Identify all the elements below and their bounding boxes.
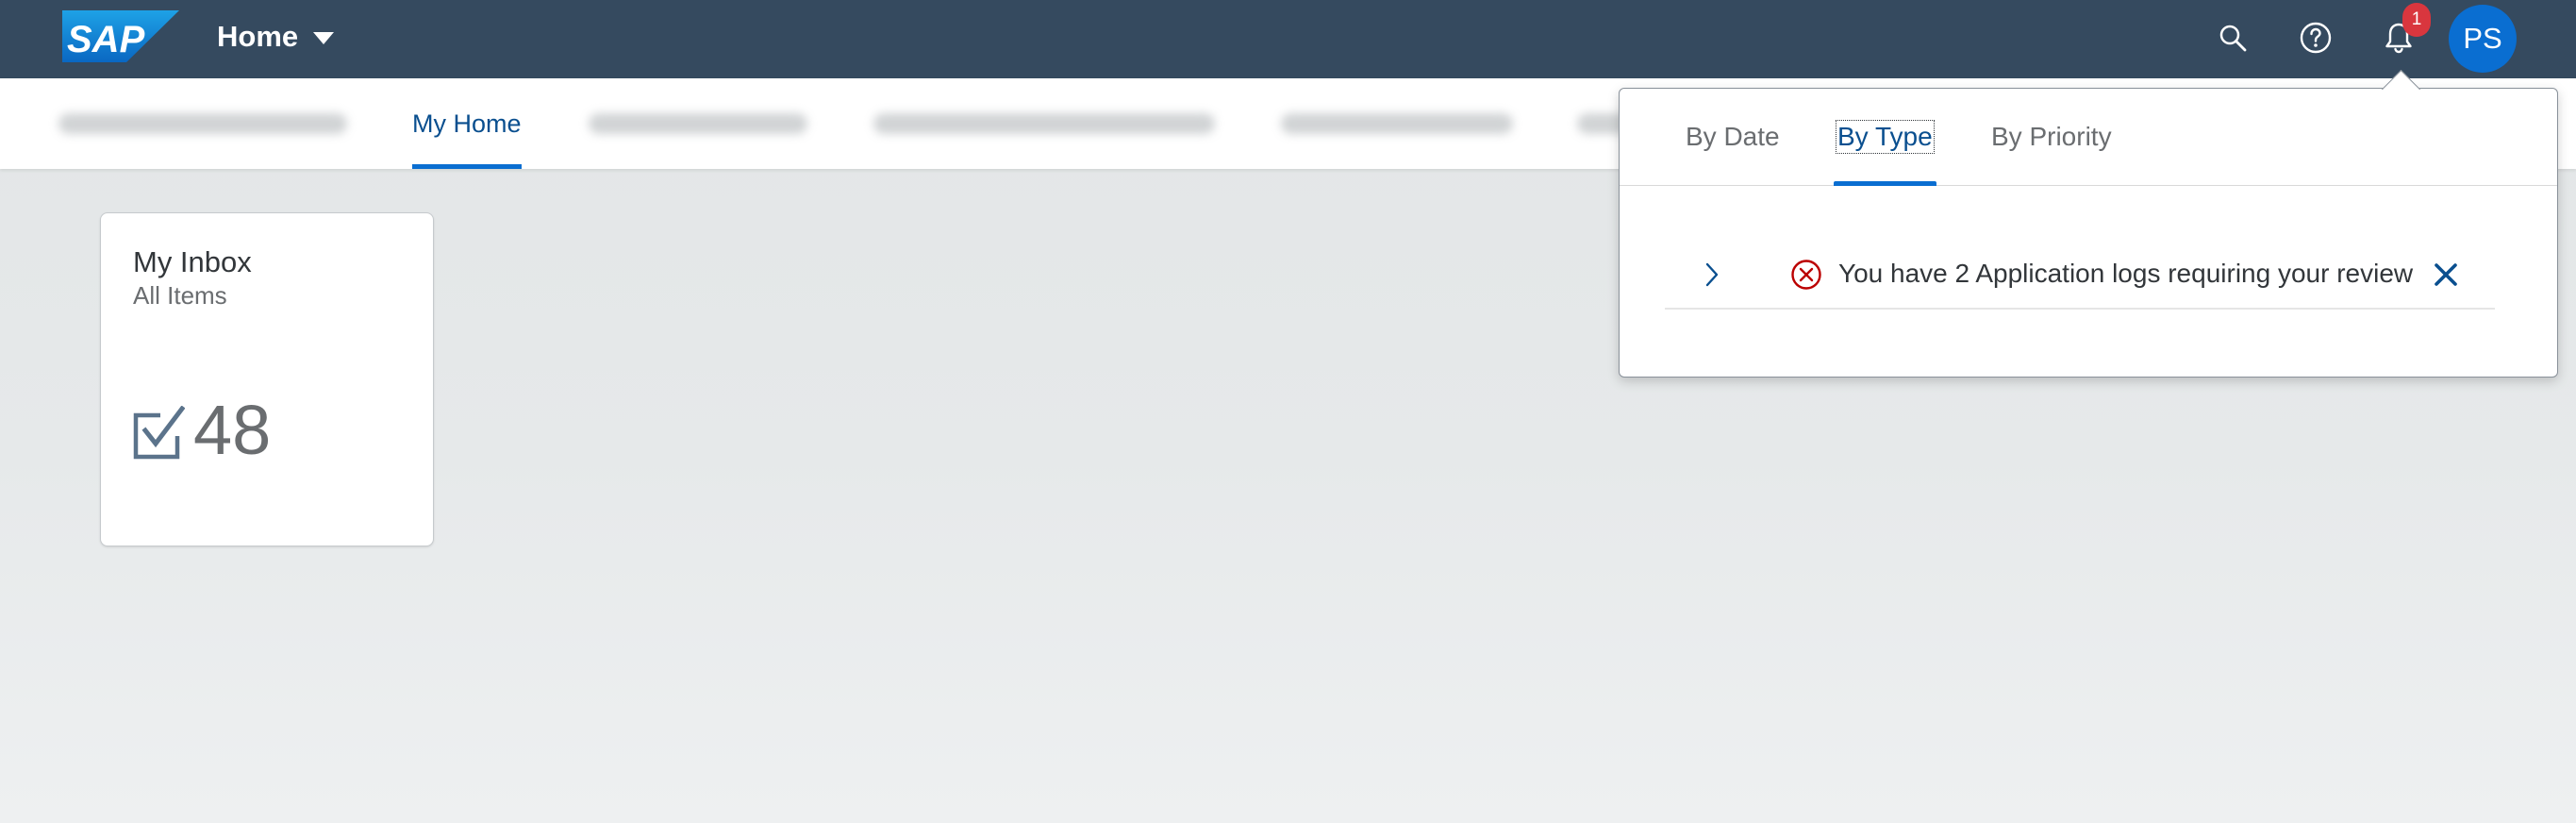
anchor-item-blurred-1[interactable] xyxy=(58,78,347,169)
home-menu-button[interactable]: Home xyxy=(217,17,335,57)
tab-by-date[interactable]: By Date xyxy=(1686,89,1780,185)
blurred-label xyxy=(873,113,1215,134)
sap-logo[interactable]: SAP xyxy=(62,10,179,62)
anchor-item-blurred-4[interactable] xyxy=(1281,78,1513,169)
notification-item[interactable]: You have 2 Application logs requiring yo… xyxy=(1665,240,2495,310)
blurred-label xyxy=(589,113,807,134)
tile-title: My Inbox xyxy=(133,245,252,278)
anchor-item-blurred-2[interactable] xyxy=(589,78,807,169)
blurred-label xyxy=(1281,113,1513,134)
chevron-right-icon[interactable] xyxy=(1703,261,1721,288)
my-inbox-tile[interactable]: My Inbox All Items 48 xyxy=(100,212,434,546)
tab-by-priority[interactable]: By Priority xyxy=(1991,89,2112,185)
tab-label: By Priority xyxy=(1991,122,2112,151)
home-label: Home xyxy=(217,20,299,53)
tab-by-type[interactable]: By Type xyxy=(1834,89,1936,186)
tab-label: By Date xyxy=(1686,122,1780,151)
anchor-item-label: My Home xyxy=(412,109,522,138)
notifications-popover: By Date By Type By Priority You have 2 A… xyxy=(1619,88,2558,378)
anchor-item-my-home[interactable]: My Home xyxy=(412,78,522,169)
search-button[interactable] xyxy=(2211,16,2254,59)
shell-bar: SAP Home 1 PS xyxy=(0,0,2576,78)
notification-tab-bar: By Date By Type By Priority xyxy=(1620,89,2557,186)
tile-subtitle: All Items xyxy=(133,281,227,310)
help-button[interactable] xyxy=(2294,16,2337,59)
notification-text[interactable]: You have 2 Application logs requiring yo… xyxy=(1838,259,2413,289)
blurred-label xyxy=(58,113,347,134)
error-icon xyxy=(1791,260,1821,290)
caret-down-icon xyxy=(313,32,335,44)
help-icon xyxy=(2300,22,2332,54)
tile-count: 48 xyxy=(193,391,272,469)
tab-label: By Type xyxy=(1836,120,1935,154)
close-icon[interactable] xyxy=(2432,260,2460,289)
svg-text:SAP: SAP xyxy=(67,19,145,60)
user-avatar[interactable]: PS xyxy=(2449,5,2517,73)
anchor-item-blurred-3[interactable] xyxy=(873,78,1215,169)
search-icon xyxy=(2219,25,2247,52)
notification-count-badge: 1 xyxy=(2402,3,2431,37)
task-check-icon xyxy=(133,406,185,460)
